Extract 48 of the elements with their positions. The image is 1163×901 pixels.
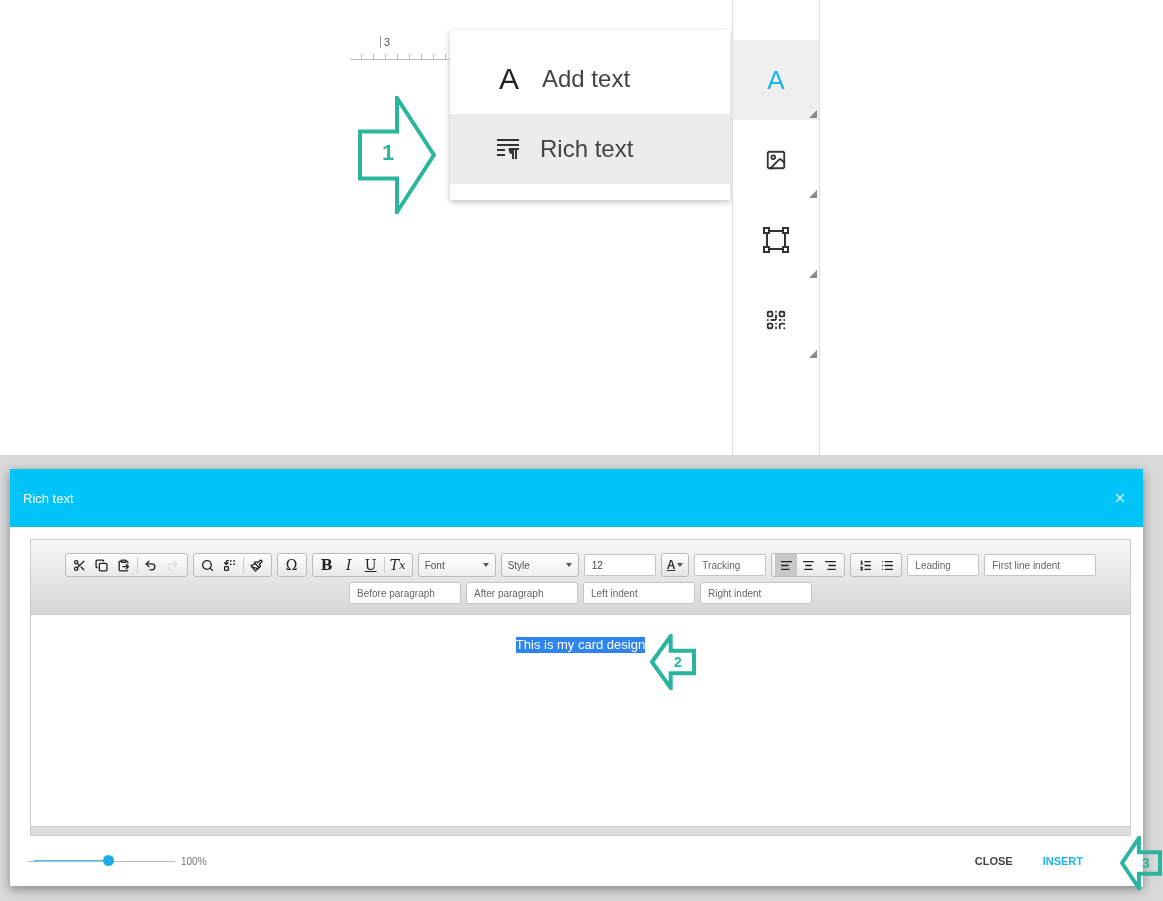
- qr-code-icon[interactable]: [765, 309, 787, 331]
- menu-item[interactable]: Rich text: [450, 114, 730, 184]
- editor-text: This is my card design: [515, 637, 646, 653]
- format-button[interactable]: Ω: [280, 554, 303, 576]
- slider-thumb[interactable]: [102, 855, 114, 866]
- menu-item[interactable]: A Add text: [450, 44, 730, 114]
- align-left-button[interactable]: [775, 554, 798, 576]
- dropdown[interactable]: Style: [500, 553, 579, 577]
- input-field[interactable]: 12: [583, 554, 656, 576]
- align-center-icon: [801, 558, 815, 572]
- step-number: 2: [674, 654, 682, 670]
- input-field[interactable]: Before paragraph: [349, 582, 461, 604]
- format-button[interactable]: B: [315, 554, 338, 576]
- zoom-reading: 100%: [181, 855, 207, 867]
- letter-glyph: A: [498, 62, 520, 96]
- menu-item-label: Rich text: [540, 135, 634, 163]
- input-field[interactable]: Tracking: [694, 554, 767, 576]
- rich-text-icon: [496, 138, 520, 160]
- image-icon[interactable]: [765, 149, 787, 171]
- corner-triangle-icon: [809, 110, 817, 118]
- step-number: 3: [1142, 855, 1150, 871]
- callout-arrow: [1120, 836, 1162, 890]
- numbered-list-icon: [858, 558, 872, 572]
- caret-icon: [482, 563, 489, 567]
- shape-icon[interactable]: [762, 226, 790, 254]
- ruler-label: 3: [380, 36, 391, 48]
- input-field[interactable]: Right indent: [700, 582, 812, 604]
- format-button[interactable]: I: [337, 554, 360, 576]
- format-button[interactable]: U: [359, 554, 382, 576]
- input-field[interactable]: Leading: [907, 554, 980, 576]
- dialog-button[interactable]: CLOSE: [974, 851, 1013, 871]
- bullet-list-icon: [880, 558, 894, 572]
- step-number: 1: [382, 140, 395, 166]
- input-field[interactable]: After paragraph: [466, 582, 578, 604]
- dialog-title: Rich text: [23, 490, 74, 506]
- caret-icon: [677, 563, 684, 567]
- input-field[interactable]: First line indent: [984, 554, 1097, 576]
- corner-triangle-icon: [809, 190, 817, 198]
- input-field[interactable]: Left indent: [583, 582, 695, 604]
- text-color-button[interactable]: A: [660, 553, 690, 577]
- dropdown[interactable]: Font: [417, 553, 496, 577]
- corner-triangle-icon: [809, 350, 817, 358]
- align-left-icon: [779, 558, 793, 572]
- caret-icon: [565, 563, 572, 567]
- corner-triangle-icon: [809, 270, 817, 278]
- menu-item-label: Add text: [542, 65, 631, 93]
- callout-arrow: [650, 634, 696, 690]
- align-right-icon: [823, 558, 837, 572]
